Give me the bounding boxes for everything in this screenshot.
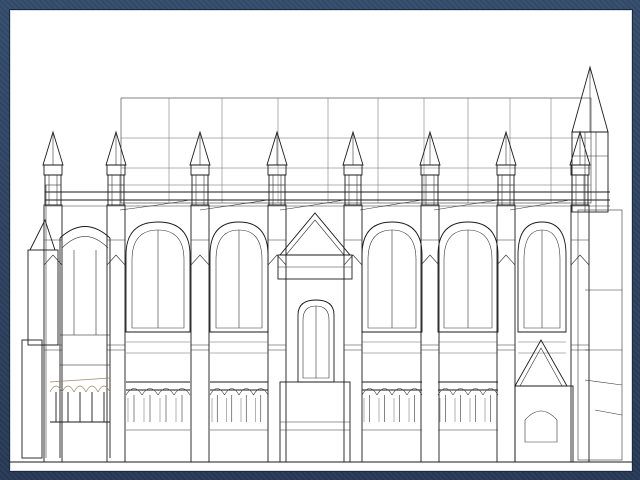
clerestory-windows [125,221,567,354]
arcade-bay [361,381,423,431]
apse-arcade [49,377,111,423]
buttress-pinnacles [42,130,591,463]
roof-wireframe [120,97,592,204]
parapet [45,191,610,207]
arcade-bay [125,381,191,431]
arcade-bay [437,381,499,431]
pinnacle [342,130,364,463]
aisle-arcade [49,377,499,431]
window [517,221,567,354]
pinnacle [266,130,288,463]
window [125,221,191,354]
left-apse [21,185,111,459]
central-gable [277,212,353,463]
viewport-frame [0,0,640,480]
window [209,221,269,354]
right-tower [571,65,623,461]
wireframe-viewport[interactable] [9,9,633,472]
cathedral-wireframe [10,65,632,463]
pinnacle [105,130,127,463]
pinnacle [495,130,517,463]
pinnacle [189,130,211,463]
window [437,221,499,354]
window [361,221,423,354]
pinnacle [419,130,441,463]
arcade-bay [209,381,269,431]
side-chapel-gable [514,339,574,463]
